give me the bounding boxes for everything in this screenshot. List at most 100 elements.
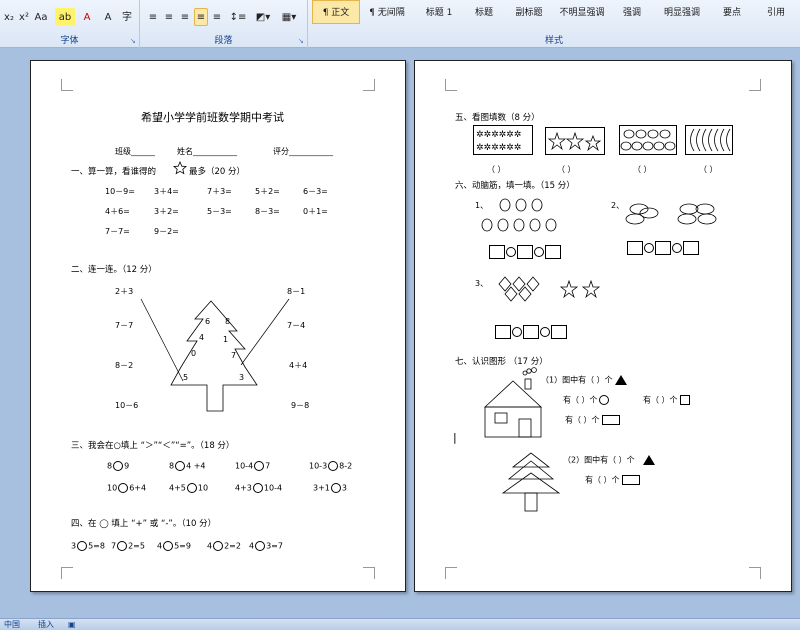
svg-text:✲✲✲✲✲✲: ✲✲✲✲✲✲ bbox=[476, 130, 521, 140]
compare-item: 3+1 3 bbox=[313, 483, 347, 493]
answer-circle[interactable] bbox=[252, 483, 263, 493]
triangle-icon bbox=[642, 455, 655, 465]
tree-number: 4 bbox=[199, 333, 205, 342]
font-color-icon[interactable]: A bbox=[78, 8, 96, 26]
answer-box[interactable] bbox=[523, 325, 539, 339]
align-left-icon[interactable]: ≡ bbox=[146, 8, 160, 26]
answer-box[interactable] bbox=[545, 245, 561, 259]
tree-figure bbox=[140, 298, 290, 412]
answer-circle[interactable] bbox=[328, 461, 339, 471]
answer-circle[interactable] bbox=[117, 541, 128, 551]
style-no-spacing[interactable]: ¶ 无间隔 bbox=[362, 0, 412, 24]
style-normal[interactable]: ¶ 正文 bbox=[312, 0, 360, 24]
shading-icon[interactable]: ◩▾ bbox=[252, 8, 274, 26]
font-dialog-launcher-icon[interactable]: ↘ bbox=[130, 37, 138, 45]
style-subtle-emphasis[interactable]: 不明显强调 bbox=[554, 0, 610, 24]
superscript-button[interactable]: x² bbox=[17, 8, 31, 26]
math-problem: 10－9= bbox=[105, 187, 135, 196]
answer-circle[interactable] bbox=[672, 243, 682, 253]
page-left[interactable]: 希望小学学前班数学期中考试 班级______ 姓名___________ 评分_… bbox=[30, 60, 406, 592]
section-5-heading: 五、看图填数（8 分） bbox=[455, 113, 540, 123]
exam-title: 希望小学学前班数学期中考试 bbox=[141, 111, 284, 124]
tree-number: 5 bbox=[183, 373, 189, 382]
highlight-color-icon[interactable]: ab bbox=[55, 8, 75, 26]
square-icon bbox=[679, 395, 690, 405]
math-problem: 8－3= bbox=[255, 207, 280, 216]
equation-boxes[interactable] bbox=[489, 245, 561, 259]
page-right[interactable]: 五、看图填数（8 分） ✲✲✲✲✲✲ ✲✲✲✲✲✲ （ ） （ ） （ ） （ … bbox=[414, 60, 792, 592]
style-title[interactable]: 标题 bbox=[464, 0, 504, 24]
answer-circle[interactable] bbox=[330, 483, 341, 493]
compare-item: 4+5 10 bbox=[169, 483, 209, 493]
change-case-button[interactable]: Aa bbox=[32, 8, 50, 26]
ovals-group bbox=[625, 203, 717, 225]
answer-circle[interactable] bbox=[254, 461, 265, 471]
style-emphasis[interactable]: 强调 bbox=[612, 0, 652, 24]
answer-box[interactable] bbox=[683, 241, 699, 255]
answer-box[interactable] bbox=[627, 241, 643, 255]
answer-circle[interactable] bbox=[506, 247, 516, 257]
font-group-label: 字体 bbox=[60, 36, 79, 46]
distributed-icon[interactable]: ≡ bbox=[210, 8, 224, 26]
text-cursor: | bbox=[453, 431, 457, 444]
operator-item: 4 3=7 bbox=[249, 541, 283, 551]
enclose-char-button[interactable]: 字 bbox=[119, 8, 135, 26]
answer-circle[interactable] bbox=[644, 243, 654, 253]
char-border-icon[interactable]: A bbox=[100, 8, 116, 26]
answer-box[interactable] bbox=[489, 245, 505, 259]
svg-text:✲✲✲✲✲✲: ✲✲✲✲✲✲ bbox=[476, 143, 521, 153]
shape-question-2-rect: 有（ ）个 bbox=[585, 475, 640, 486]
answer-blank[interactable]: （ ） bbox=[487, 165, 506, 175]
answer-circle[interactable] bbox=[175, 461, 186, 471]
answer-circle[interactable] bbox=[186, 483, 197, 493]
equation-boxes[interactable] bbox=[627, 241, 699, 255]
margin-corner bbox=[445, 567, 457, 579]
insert-mode-indicator[interactable]: 插入 bbox=[38, 619, 54, 630]
answer-box[interactable] bbox=[551, 325, 567, 339]
answer-circle[interactable] bbox=[77, 541, 88, 551]
answer-circle[interactable] bbox=[255, 541, 266, 551]
ribbon: x₂ x² Aa ab A A 字 字体 ↘ ≡ ≡ ≡ ≡ ≡ ↕≡ ◩▾ ▦… bbox=[0, 0, 800, 48]
style-quote[interactable]: 引用 bbox=[754, 0, 798, 24]
compare-item: 4+3 10-4 bbox=[235, 483, 283, 493]
line-spacing-icon[interactable]: ↕≡ bbox=[228, 8, 248, 26]
score-field: 评分___________ bbox=[273, 147, 333, 156]
style-intense-emphasis[interactable]: 明显强调 bbox=[654, 0, 710, 24]
margin-corner bbox=[749, 567, 761, 579]
subscript-button[interactable]: x₂ bbox=[2, 8, 16, 26]
equation-boxes[interactable] bbox=[495, 325, 567, 339]
macro-recording-icon[interactable]: ▣ bbox=[68, 619, 76, 630]
math-problem: 0＋1= bbox=[303, 207, 328, 216]
answer-circle[interactable] bbox=[163, 541, 174, 551]
style-strong[interactable]: 要点 bbox=[712, 0, 752, 24]
paragraph-group: ≡ ≡ ≡ ≡ ≡ ↕≡ ◩▾ ▦▾ 段落 ↘ bbox=[140, 0, 308, 48]
section-3-heading: 三、我会在○填上 “＞”“＜”“=”。（18 分） bbox=[71, 441, 235, 451]
triangle-tree-figure bbox=[501, 452, 561, 512]
style-subtitle[interactable]: 副标题 bbox=[506, 0, 552, 24]
answer-box[interactable] bbox=[495, 325, 511, 339]
answer-circle[interactable] bbox=[113, 461, 124, 471]
answer-box[interactable] bbox=[517, 245, 533, 259]
answer-blank[interactable]: （ ） bbox=[633, 165, 652, 175]
answer-circle[interactable] bbox=[512, 327, 522, 337]
margin-corner bbox=[61, 79, 73, 91]
style-heading-1[interactable]: 标题 1 bbox=[414, 0, 464, 24]
answer-circle[interactable] bbox=[118, 483, 129, 493]
answer-blank[interactable]: （ ） bbox=[557, 165, 576, 175]
language-indicator[interactable]: 中国 bbox=[4, 619, 20, 630]
answer-circle[interactable] bbox=[540, 327, 550, 337]
answer-box[interactable] bbox=[655, 241, 671, 255]
margin-corner bbox=[749, 79, 761, 91]
align-center-icon[interactable]: ≡ bbox=[162, 8, 176, 26]
justify-icon[interactable]: ≡ bbox=[194, 8, 208, 26]
math-problem: 6－3= bbox=[303, 187, 328, 196]
align-right-icon[interactable]: ≡ bbox=[178, 8, 192, 26]
font-group: x₂ x² Aa ab A A 字 字体 ↘ bbox=[0, 0, 140, 48]
borders-icon[interactable]: ▦▾ bbox=[278, 8, 300, 26]
answer-blank[interactable]: （ ） bbox=[699, 165, 718, 175]
section-4-heading: 四、在 ◯ 填上 “+” 或 “-”。（10 分） bbox=[71, 519, 217, 529]
answer-circle[interactable] bbox=[534, 247, 544, 257]
paragraph-dialog-launcher-icon[interactable]: ↘ bbox=[298, 37, 306, 45]
operator-item: 3 5=8 bbox=[71, 541, 105, 551]
answer-circle[interactable] bbox=[213, 541, 224, 551]
